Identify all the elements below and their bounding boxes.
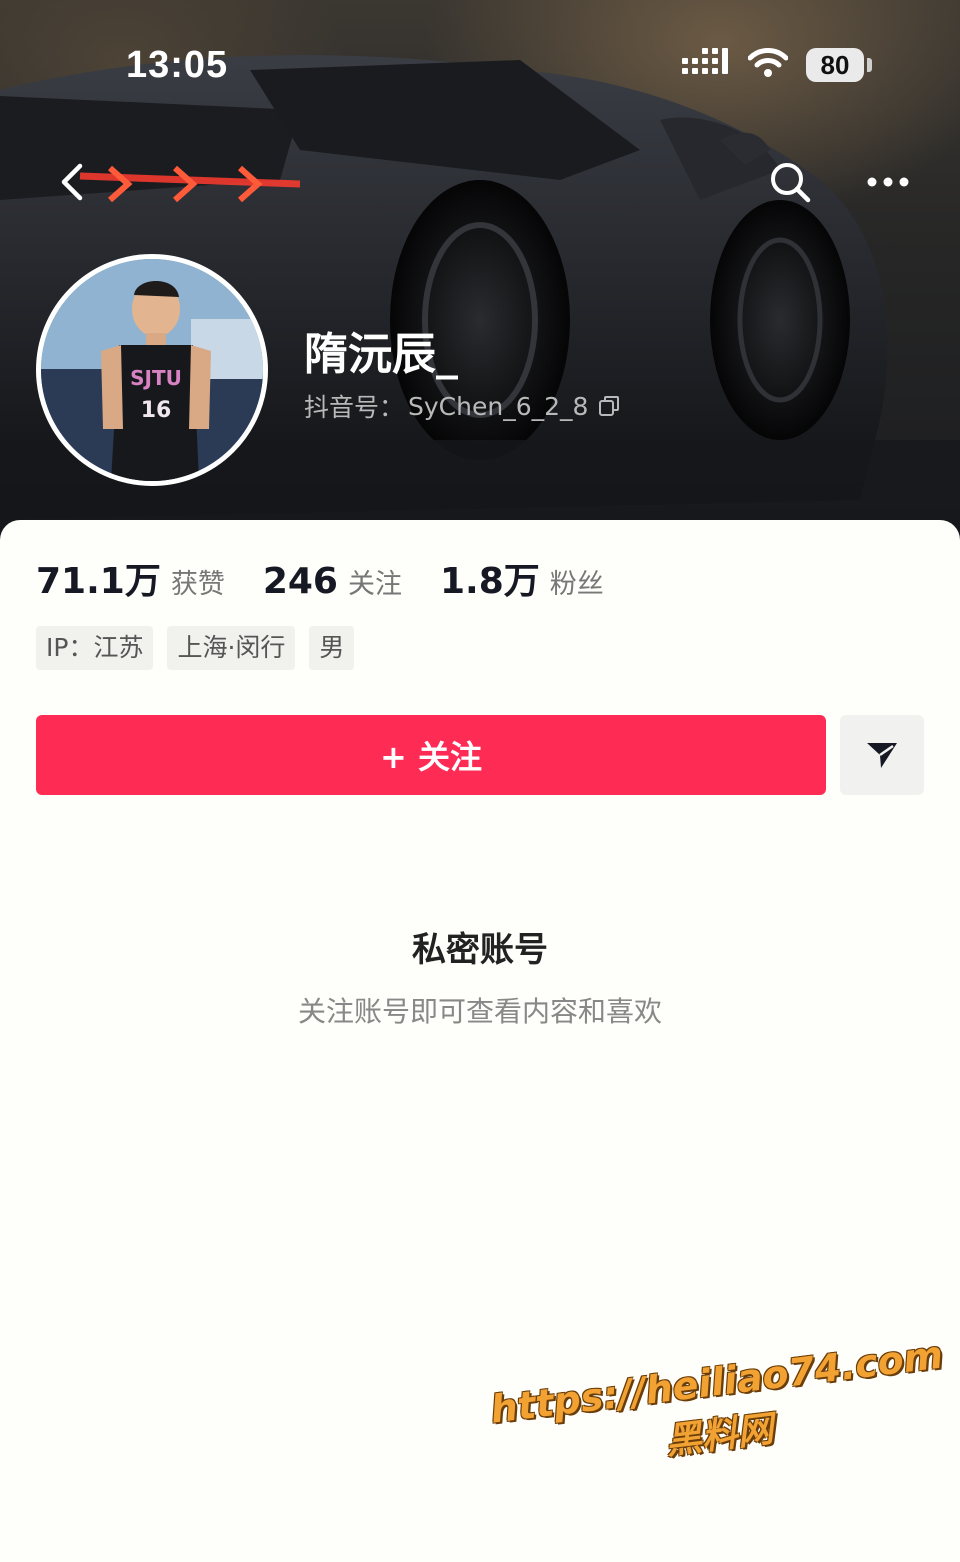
follow-button[interactable]: + 关注 [36, 715, 826, 795]
stat-followers[interactable]: 1.8万 粉丝 [440, 552, 604, 604]
avatar[interactable]: SJTU 16 [36, 254, 268, 486]
avatar-jersey-number: 16 [141, 398, 172, 423]
stat-following-label: 关注 [347, 569, 402, 600]
profile-header: 13:05 80 SJTU 16 隋沅辰_ 抖音号： SyChen_6_2_8 [0, 0, 960, 560]
avatar-jersey-text: SJTU [130, 366, 182, 390]
battery-tip [867, 58, 872, 72]
douyin-id-label: 抖音号： [304, 393, 405, 422]
copy-icon[interactable] [598, 395, 620, 417]
cellular-signal-icon [682, 48, 728, 74]
stat-following[interactable]: 246 关注 [263, 561, 402, 602]
status-bar: 13:05 80 [0, 0, 960, 130]
stat-followers-value: 1.8万 [439, 561, 540, 602]
tag-city: 上海·闵行 [167, 626, 296, 670]
tag-ip-location: IP：江苏 [36, 626, 154, 670]
profile-tags: IP：江苏 上海·闵行 男 [36, 626, 355, 670]
douyin-id-value: SyChen_6_2_8 [408, 391, 589, 421]
profile-name: 隋沅辰_ [304, 329, 458, 380]
more-dots-icon[interactable] [862, 164, 914, 200]
share-button[interactable] [840, 715, 924, 795]
stat-likes-label: 获赞 [170, 569, 225, 600]
status-time: 13:05 [126, 44, 229, 86]
stat-followers-label: 粉丝 [549, 569, 604, 600]
chevron-left-icon[interactable] [50, 158, 94, 206]
wifi-icon [748, 48, 788, 77]
stat-likes[interactable]: 71.1万 获赞 [36, 552, 225, 604]
stat-likes-value: 71.1万 [36, 561, 161, 602]
battery-indicator: 80 [806, 48, 864, 82]
share-arrow-icon [867, 743, 897, 768]
profile-stats: 71.1万 获赞 246 关注 1.8万 粉丝 [36, 552, 642, 602]
private-account-title: 私密账号 [412, 930, 548, 970]
private-account-subtitle: 关注账号即可查看内容和喜欢 [297, 995, 662, 1028]
tag-gender: 男 [309, 626, 355, 670]
stat-following-value: 246 [262, 561, 338, 602]
douyin-id: 抖音号： SyChen_6_2_8 [304, 388, 620, 424]
search-icon[interactable] [766, 158, 814, 206]
avatar-photo: SJTU 16 [41, 259, 263, 481]
